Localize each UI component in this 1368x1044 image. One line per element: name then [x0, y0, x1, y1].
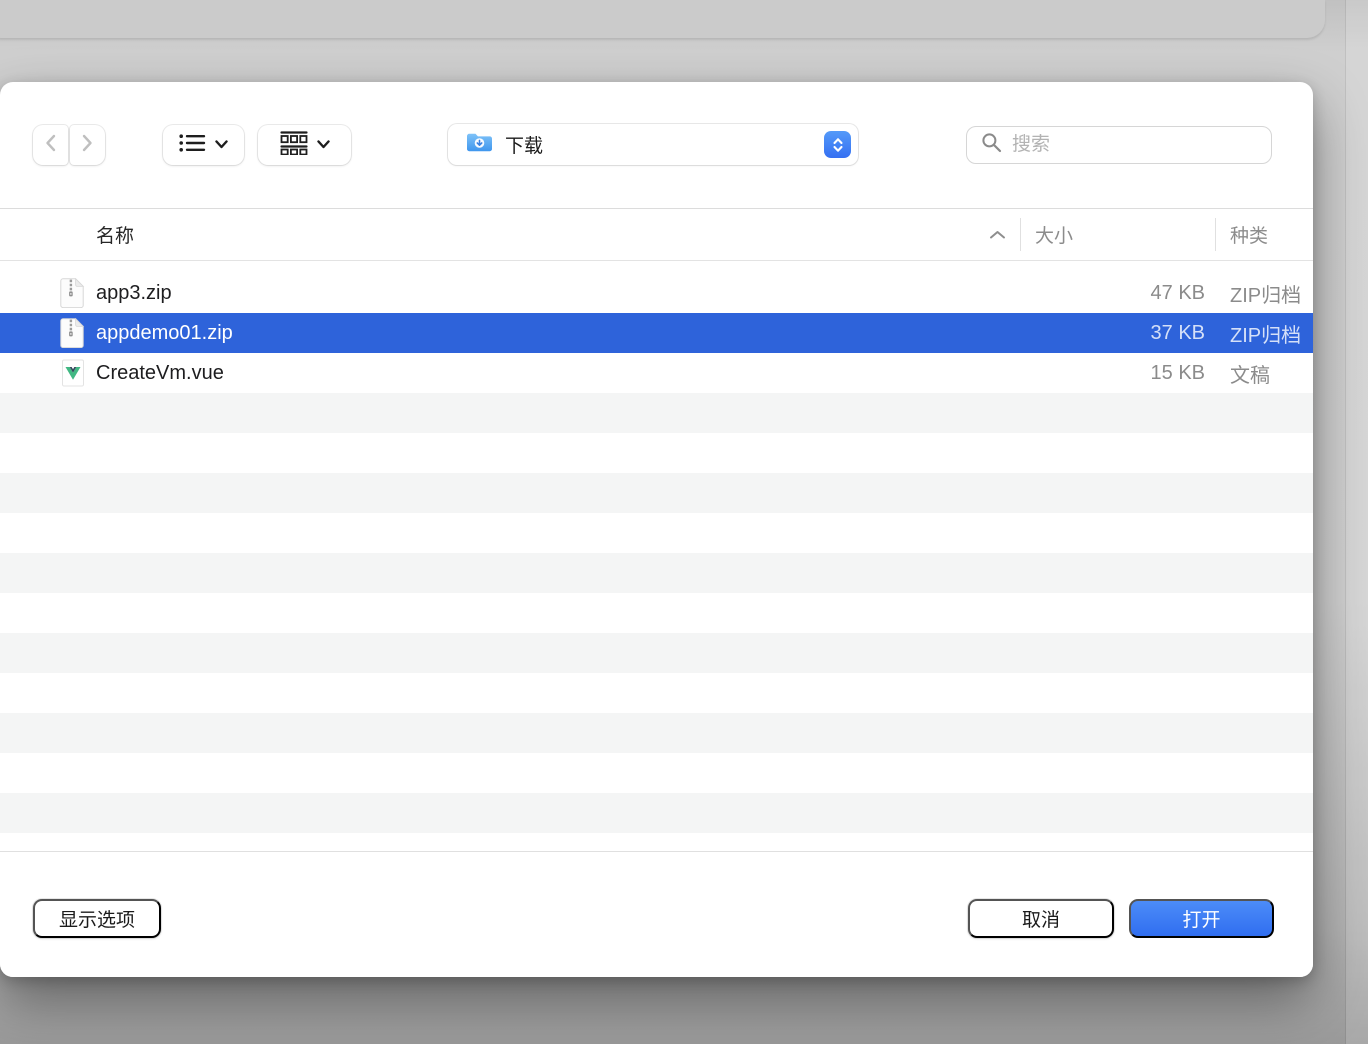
column-label-kind: 种类: [1230, 226, 1269, 247]
cancel-button[interactable]: 取消: [968, 899, 1114, 938]
sort-ascending-icon: [989, 230, 1006, 240]
search-icon: [981, 132, 1002, 158]
file-row[interactable]: appdemo01.zip 37 KB ZIP归档: [0, 313, 1313, 353]
column-header-name[interactable]: 名称: [0, 209, 1020, 260]
list-top-spacer: [0, 261, 1313, 273]
dialog-footer: 显示选项 取消 打开: [0, 851, 1313, 977]
file-name: app3.zip: [96, 281, 172, 304]
location-dropdown[interactable]: 下载: [448, 124, 858, 165]
file-kind: 文稿: [1230, 364, 1270, 387]
file-size: 15 KB: [1150, 361, 1205, 384]
search-field[interactable]: [966, 126, 1272, 164]
background-right-column: [1346, 0, 1368, 1044]
file-name: CreateVm.vue: [96, 361, 224, 384]
forward-button[interactable]: [70, 125, 105, 165]
open-button[interactable]: 打开: [1129, 899, 1274, 938]
back-button[interactable]: [33, 125, 68, 165]
file-kind: ZIP归档: [1230, 284, 1302, 307]
zip-file-icon: [60, 318, 86, 348]
column-header-size[interactable]: 大小: [1020, 209, 1215, 260]
vue-file-icon: [60, 358, 86, 388]
file-kind: ZIP归档: [1230, 324, 1302, 347]
file-open-dialog: 下载 名称 大小: [0, 82, 1313, 977]
column-label-name: 名称: [96, 226, 135, 247]
stepper-icon[interactable]: [824, 131, 851, 158]
file-row-name-cell: appdemo01.zip: [0, 318, 1020, 348]
file-row-name-cell: app3.zip: [0, 278, 1020, 308]
dialog-toolbar: 下载: [0, 82, 1313, 208]
downloads-folder-icon: [466, 132, 493, 158]
list-view-button[interactable]: [163, 125, 244, 165]
zip-file-icon: [60, 278, 86, 308]
location-label: 下载: [505, 136, 544, 157]
group-view-icon: [279, 130, 308, 160]
column-header-kind[interactable]: 种类: [1215, 209, 1313, 260]
column-header-row: 名称 大小 种类: [0, 208, 1313, 261]
empty-rows-stripes: [0, 393, 1313, 851]
file-row[interactable]: app3.zip 47 KB ZIP归档: [0, 273, 1313, 313]
background-window-titlebar: [0, 0, 1325, 38]
chevron-right-icon: [82, 134, 93, 157]
search-input[interactable]: [1012, 134, 1261, 156]
file-row[interactable]: CreateVm.vue 15 KB 文稿: [0, 353, 1313, 393]
chevron-left-icon: [45, 134, 56, 157]
file-name: appdemo01.zip: [96, 321, 233, 344]
file-row-name-cell: CreateVm.vue: [0, 358, 1020, 388]
group-view-button[interactable]: [258, 125, 351, 165]
file-size: 47 KB: [1150, 281, 1205, 304]
file-size: 37 KB: [1150, 321, 1205, 344]
column-label-size: 大小: [1035, 226, 1074, 247]
file-list: app3.zip 47 KB ZIP归档 appdemo01.zip 37 KB…: [0, 261, 1313, 851]
show-options-button[interactable]: 显示选项: [33, 899, 161, 938]
chevron-down-icon: [316, 136, 330, 154]
list-view-icon: [179, 133, 206, 158]
chevron-down-icon: [215, 136, 228, 154]
